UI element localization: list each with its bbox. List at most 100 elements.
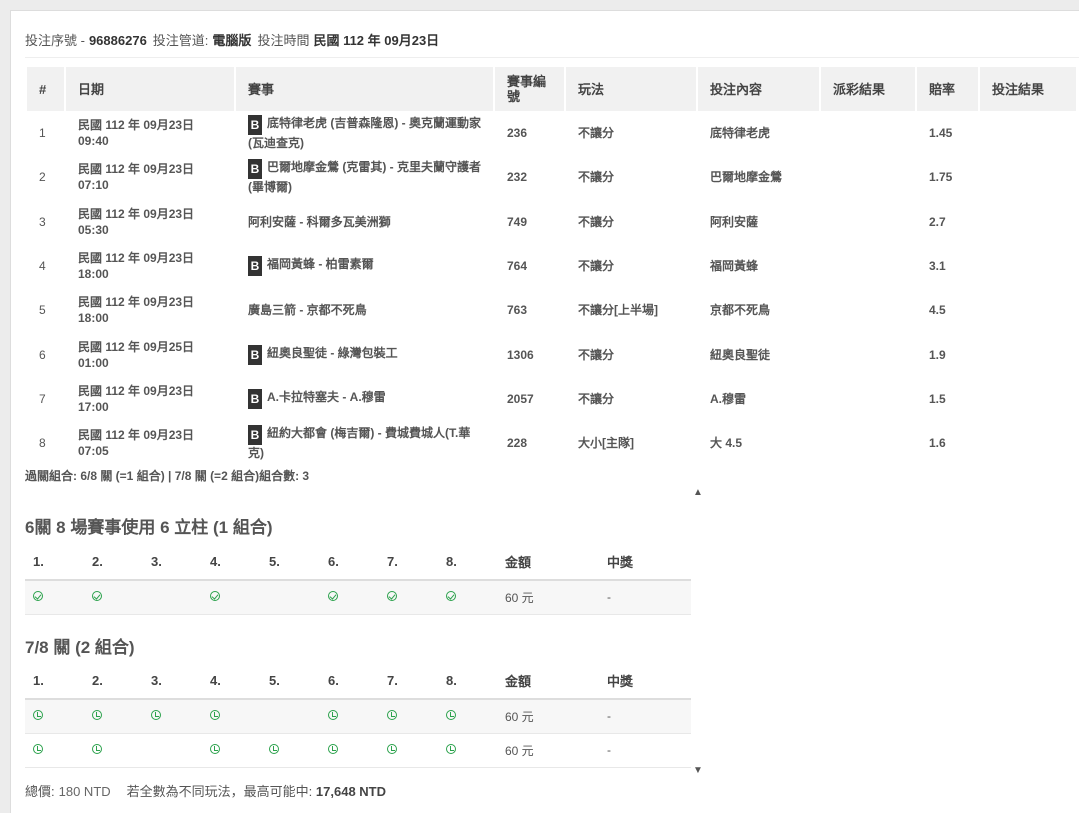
bet-header: 投注序號 -96886276 投注管道: 電腦版 投注時間 民國 112 年 09月23… — [25, 30, 445, 49]
clock-circle-icon — [387, 710, 397, 721]
row-play: 大小[主隊] — [578, 436, 634, 451]
row-event: B 巴爾地摩金鶯 (克雷其) - 克里夫蘭守護者(畢博爾) — [236, 155, 493, 199]
chevron-down-icon[interactable]: ▼ — [692, 765, 704, 777]
row-number: 3 — [39, 214, 46, 229]
combo-mark-cell — [438, 699, 497, 734]
col-header: 玩法 — [566, 67, 696, 111]
row-event-no: 236 — [507, 126, 528, 141]
row-payout — [821, 200, 915, 244]
combo-mark-cell — [143, 733, 202, 768]
row-result — [980, 288, 1076, 332]
row-play: 不讓分 — [578, 214, 615, 229]
row-pick: 巴爾地摩金鶯 — [710, 170, 783, 185]
combo-mark-cell — [320, 699, 379, 734]
check-circle-icon — [210, 591, 220, 602]
combo-amount: 60 元 — [497, 580, 599, 615]
check-circle-icon — [92, 591, 102, 602]
row-play: 不讓分 — [578, 126, 615, 141]
row-time: 01:00 — [78, 355, 109, 370]
combo-mark-cell — [84, 699, 143, 734]
clock-circle-icon — [269, 744, 279, 754]
combo-col-header: 5. — [261, 544, 320, 581]
row-datetime: 民國 112 年 09月23日 09:40 — [66, 111, 234, 155]
event-name: 廣島三箭 - 京都不死鳥 — [248, 303, 367, 318]
row-payout — [821, 244, 915, 288]
row-event: B 福岡黃蜂 - 柏雷素爾 — [236, 244, 493, 288]
time-label: 投注時間 — [257, 33, 310, 48]
combo-mark-cell — [25, 699, 84, 734]
combo-mark-cell — [379, 699, 438, 734]
time-value: 民國 112 年 09月23日 — [313, 33, 440, 48]
channel-value: 電腦版 — [212, 33, 252, 48]
row-date: 民國 112 年 09月23日 — [78, 162, 195, 177]
combo-mark-cell — [25, 733, 84, 768]
row-date: 民國 112 年 09月23日 — [78, 118, 195, 133]
combo-amount: 60 元 — [497, 699, 599, 734]
row-pick: 阿利安薩 — [710, 214, 759, 229]
table-row: 3 民國 112 年 09月23日 05:30 阿利安薩 - 科爾多瓦美洲獅 749 不讓… — [27, 200, 1076, 244]
row-datetime: 民國 112 年 09月23日 17:00 — [66, 377, 234, 421]
combo-col-header: 2. — [84, 544, 143, 581]
chevron-up-icon[interactable]: ▲ — [692, 487, 704, 499]
combo-table-6: 1. 2. 3. 4. 5. 6. 7. 8. 金額 中獎 60 元- — [25, 544, 691, 615]
event-name: 底特律老虎 (吉普森隆恩) - 奧克蘭運動家(瓦迪查克) — [248, 116, 481, 151]
combo-mark-cell — [143, 699, 202, 734]
combo-mark-cell — [438, 580, 497, 615]
combo-mark-cell — [379, 580, 438, 615]
check-circle-icon — [328, 591, 338, 602]
row-event: 阿利安薩 - 科爾多瓦美洲獅 — [236, 200, 493, 244]
col-header: 投注結果 — [980, 67, 1076, 111]
event-name: 紐約大都會 (梅吉爾) - 費城費城人(T.華克) — [248, 426, 471, 461]
combo-row: 60 元- — [25, 699, 691, 734]
row-event: B 紐奧良聖徒 - 綠灣包裝工 — [236, 332, 493, 376]
combo-amount: 60 元 — [497, 733, 599, 768]
combo-col-header: 中獎 — [599, 663, 691, 700]
clock-circle-icon — [446, 710, 456, 721]
row-event: B A.卡拉特塞夫 - A.穆雷 — [236, 377, 493, 421]
scrollbar[interactable]: ▲ ▼ — [691, 487, 705, 777]
row-payout — [821, 377, 915, 421]
row-pick: 福岡黃蜂 — [710, 259, 759, 274]
row-time: 18:00 — [78, 267, 109, 282]
table-row: 2 民國 112 年 09月23日 07:10 B 巴爾地摩金鶯 (克雷其) - 克里夫… — [27, 155, 1076, 199]
row-number: 4 — [39, 259, 46, 274]
row-payout — [821, 155, 915, 199]
row-event-no: 764 — [507, 259, 528, 274]
row-time: 09:40 — [78, 134, 109, 149]
col-header: 日期 — [66, 67, 234, 111]
row-payout — [821, 288, 915, 332]
row-play: 不讓分 — [578, 170, 615, 185]
combo-mark-cell — [202, 733, 261, 768]
row-odds: 4.5 — [929, 303, 946, 318]
baseball-badge: B — [248, 344, 262, 365]
serial-value: 96886276 — [88, 33, 147, 48]
event-name: 巴爾地摩金鶯 (克雷其) - 克里夫蘭守護者(畢博爾) — [248, 160, 481, 195]
bet-detail-panel: 投注序號 -96886276 投注管道: 電腦版 投注時間 民國 112 年 09月23… — [10, 10, 1079, 813]
event-name: 阿利安薩 - 科爾多瓦美洲獅 — [248, 214, 391, 229]
total-value: 180 NTD — [58, 784, 111, 799]
combo-col-header: 4. — [202, 544, 261, 581]
row-number: 6 — [39, 347, 46, 362]
combo-mark-cell — [202, 580, 261, 615]
combo-row: 60 元- — [25, 733, 691, 768]
combo-col-header: 中獎 — [599, 544, 691, 581]
col-header: 賽事 — [236, 67, 493, 111]
check-circle-icon — [33, 591, 43, 602]
col-header: # — [27, 67, 64, 111]
combinations-scroll-area[interactable]: 6關 8 場賽事使用 6 立柱 (1 組合) 1. 2. 3. 4. 5. 6. 7. 8. 金… — [25, 487, 710, 777]
event-name: 紐奧良聖徒 - 綠灣包裝工 — [267, 345, 398, 360]
row-odds: 1.9 — [929, 347, 946, 362]
row-datetime: 民國 112 年 09月23日 18:00 — [66, 288, 234, 332]
combo-mark-cell — [438, 733, 497, 768]
combo-win: - — [599, 580, 691, 615]
bets-table-header: # 日期 賽事 賽事編號 玩法 投注內容 派彩結果 賠率 投注結果 — [27, 67, 1076, 111]
total-label: 總價: — [25, 784, 55, 799]
combo-row: 60 元- — [25, 580, 691, 615]
row-datetime: 民國 112 年 09月23日 07:10 — [66, 155, 234, 199]
row-pick: 底特律老虎 — [710, 126, 771, 141]
channel-label: 投注管道: — [152, 33, 209, 48]
row-event-no: 232 — [507, 170, 528, 185]
serial-label: 投注序號 - — [25, 33, 85, 48]
baseball-badge: B — [248, 115, 262, 136]
row-date: 民國 112 年 09月23日 — [78, 295, 195, 310]
